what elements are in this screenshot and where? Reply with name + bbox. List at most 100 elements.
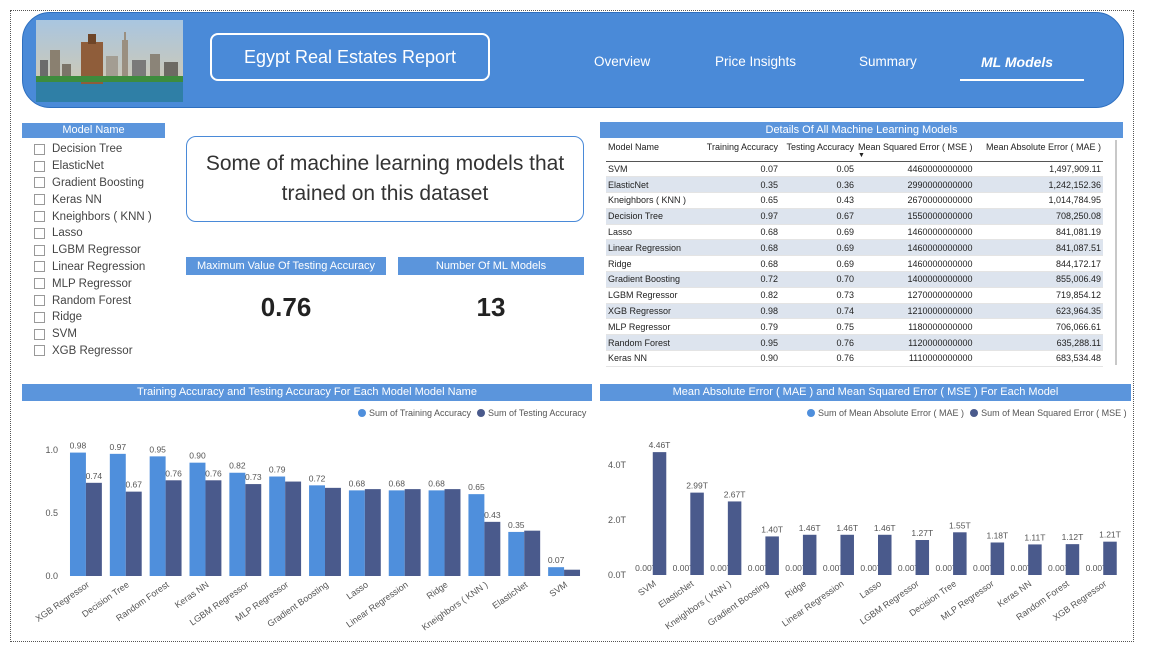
table-row[interactable]: ElasticNet 0.35 0.36 2990000000000 1,242,152… xyxy=(606,176,1103,194)
table-cell: 0.43 xyxy=(780,192,856,209)
bar-series-1[interactable] xyxy=(388,490,405,576)
data-label: 0.74 xyxy=(86,471,103,481)
checkbox[interactable] xyxy=(34,278,45,290)
bar-series-2[interactable] xyxy=(953,532,967,575)
data-label: 0.72 xyxy=(309,473,326,483)
col-mse[interactable]: Mean Squared Error ( MSE ) ▼ xyxy=(856,140,975,162)
bar-series-2[interactable] xyxy=(765,536,779,575)
checkbox[interactable] xyxy=(34,311,45,323)
table-cell: ElasticNet xyxy=(606,176,694,194)
table-row[interactable]: Kneighbors ( KNN ) 0.65 0.43 2670000000000 1… xyxy=(606,192,1103,209)
checkbox[interactable] xyxy=(34,177,45,189)
bar-series-1[interactable] xyxy=(428,490,445,576)
checkbox[interactable] xyxy=(34,211,45,223)
bar-series-2[interactable] xyxy=(840,534,854,575)
table-row[interactable]: Lasso 0.68 0.69 1460000000000 841,081.19 xyxy=(606,224,1103,241)
bar-series-2[interactable] xyxy=(878,534,892,575)
table-row[interactable]: Decision Tree 0.97 0.67 1550000000000 708,25… xyxy=(606,208,1103,225)
bar-series-1[interactable] xyxy=(189,462,206,576)
nav-ml-models[interactable]: ML Models xyxy=(981,54,1053,70)
y-tick-label: 4.0T xyxy=(608,460,627,470)
slicer-item[interactable]: Linear Regression xyxy=(34,259,152,276)
y-tick-label: 2.0T xyxy=(608,515,627,525)
bar-series-2[interactable] xyxy=(125,491,142,576)
bar-series-2[interactable] xyxy=(727,501,742,575)
slicer-item[interactable]: Gradient Boosting xyxy=(34,175,152,192)
bar-series-1[interactable] xyxy=(149,456,166,576)
table-row[interactable]: SVM 0.07 0.05 4460000000000 1,497,909.11 xyxy=(606,161,1103,178)
slicer-item[interactable]: Ridge xyxy=(34,309,152,326)
bar-series-2[interactable] xyxy=(285,481,302,576)
checkbox[interactable] xyxy=(34,328,45,340)
nav-price-insights[interactable]: Price Insights xyxy=(715,54,796,69)
slicer-item[interactable]: XGB Regressor xyxy=(34,343,152,360)
checkbox[interactable] xyxy=(34,194,45,206)
bar-series-2[interactable] xyxy=(444,489,461,576)
checkbox[interactable] xyxy=(34,227,45,239)
slicer-item[interactable]: SVM xyxy=(34,326,152,343)
checkbox[interactable] xyxy=(34,160,45,172)
table-row[interactable]: Random Forest 0.95 0.76 1120000000000 635,28… xyxy=(606,334,1103,352)
table-row[interactable]: Linear Regression 0.68 0.69 1460000000000 84… xyxy=(606,239,1103,257)
x-tick-label: Lasso xyxy=(345,579,370,601)
bar-series-2[interactable] xyxy=(165,480,182,576)
bar-series-2[interactable] xyxy=(404,489,421,576)
table-cell: 844,172.17 xyxy=(974,255,1103,273)
bar-series-2[interactable] xyxy=(915,540,930,575)
bar-series-1[interactable] xyxy=(69,452,86,576)
table-scrollbar[interactable] xyxy=(1114,140,1118,365)
table-cell: 2670000000000 xyxy=(856,192,975,209)
bar-series-1[interactable] xyxy=(309,485,325,576)
bar-series-2[interactable] xyxy=(564,569,581,576)
col-mae[interactable]: Mean Absolute Error ( MAE ) xyxy=(974,140,1103,162)
checkbox[interactable] xyxy=(34,345,45,357)
bar-series-2[interactable] xyxy=(1065,544,1080,575)
bar-series-2[interactable] xyxy=(802,534,817,575)
bar-series-2[interactable] xyxy=(325,487,341,576)
bar-series-2[interactable] xyxy=(1103,541,1117,575)
bar-series-1[interactable] xyxy=(548,567,565,576)
bar-series-2[interactable] xyxy=(1028,544,1042,575)
slicer-item[interactable]: LGBM Regressor xyxy=(34,242,152,259)
bar-series-1[interactable] xyxy=(229,472,246,576)
table-row[interactable]: Keras NN 0.90 0.76 1110000000000 683,534.48 xyxy=(606,350,1103,367)
checkbox[interactable] xyxy=(34,143,45,155)
slicer-item[interactable]: Keras NN xyxy=(34,191,152,208)
bar-series-2[interactable] xyxy=(990,542,1005,575)
slicer-item[interactable]: Lasso xyxy=(34,225,152,242)
x-tick-label: Ridge xyxy=(783,578,808,600)
slicer-item[interactable]: MLP Regressor xyxy=(34,275,152,292)
table-row[interactable]: Gradient Boosting 0.72 0.70 1400000000000 85… xyxy=(606,271,1103,288)
x-tick-label: XGB Regressor xyxy=(34,579,91,623)
checkbox[interactable] xyxy=(34,261,45,273)
bar-series-2[interactable] xyxy=(364,489,381,576)
table-row[interactable]: MLP Regressor 0.79 0.75 1180000000000 706,06… xyxy=(606,318,1103,336)
col-testing-accuracy[interactable]: Testing Accuracy xyxy=(780,140,856,162)
bar-series-2[interactable] xyxy=(524,530,541,576)
bar-series-2[interactable] xyxy=(484,521,501,576)
table-row[interactable]: Ridge 0.68 0.69 1460000000000 844,172.17 xyxy=(606,255,1103,273)
bar-series-1[interactable] xyxy=(269,476,286,576)
table-row[interactable]: LGBM Regressor 0.82 0.73 1270000000000 719,8… xyxy=(606,287,1103,304)
slicer-item[interactable]: Decision Tree xyxy=(34,141,152,158)
bar-series-2[interactable] xyxy=(652,452,667,575)
col-training-accuracy[interactable]: Training Accuracy xyxy=(694,140,780,162)
bar-series-2[interactable] xyxy=(690,492,704,575)
table-cell: 0.76 xyxy=(780,334,856,352)
slicer-item[interactable]: Random Forest xyxy=(34,292,152,309)
bar-series-1[interactable] xyxy=(109,453,126,576)
checkbox[interactable] xyxy=(34,244,45,256)
slicer-item[interactable]: Kneighbors ( KNN ) xyxy=(34,208,152,225)
bar-series-1[interactable] xyxy=(468,494,485,576)
bar-series-1[interactable] xyxy=(508,531,525,576)
bar-series-2[interactable] xyxy=(85,482,102,576)
col-model-name[interactable]: Model Name xyxy=(606,140,694,162)
nav-overview[interactable]: Overview xyxy=(594,54,650,69)
bar-series-1[interactable] xyxy=(348,490,365,576)
bar-series-2[interactable] xyxy=(245,484,262,576)
bar-series-2[interactable] xyxy=(205,480,222,576)
checkbox[interactable] xyxy=(34,295,45,307)
table-row[interactable]: XGB Regressor 0.98 0.74 1210000000000 623,96… xyxy=(606,303,1103,320)
nav-summary[interactable]: Summary xyxy=(859,54,917,69)
slicer-item[interactable]: ElasticNet xyxy=(34,158,152,175)
